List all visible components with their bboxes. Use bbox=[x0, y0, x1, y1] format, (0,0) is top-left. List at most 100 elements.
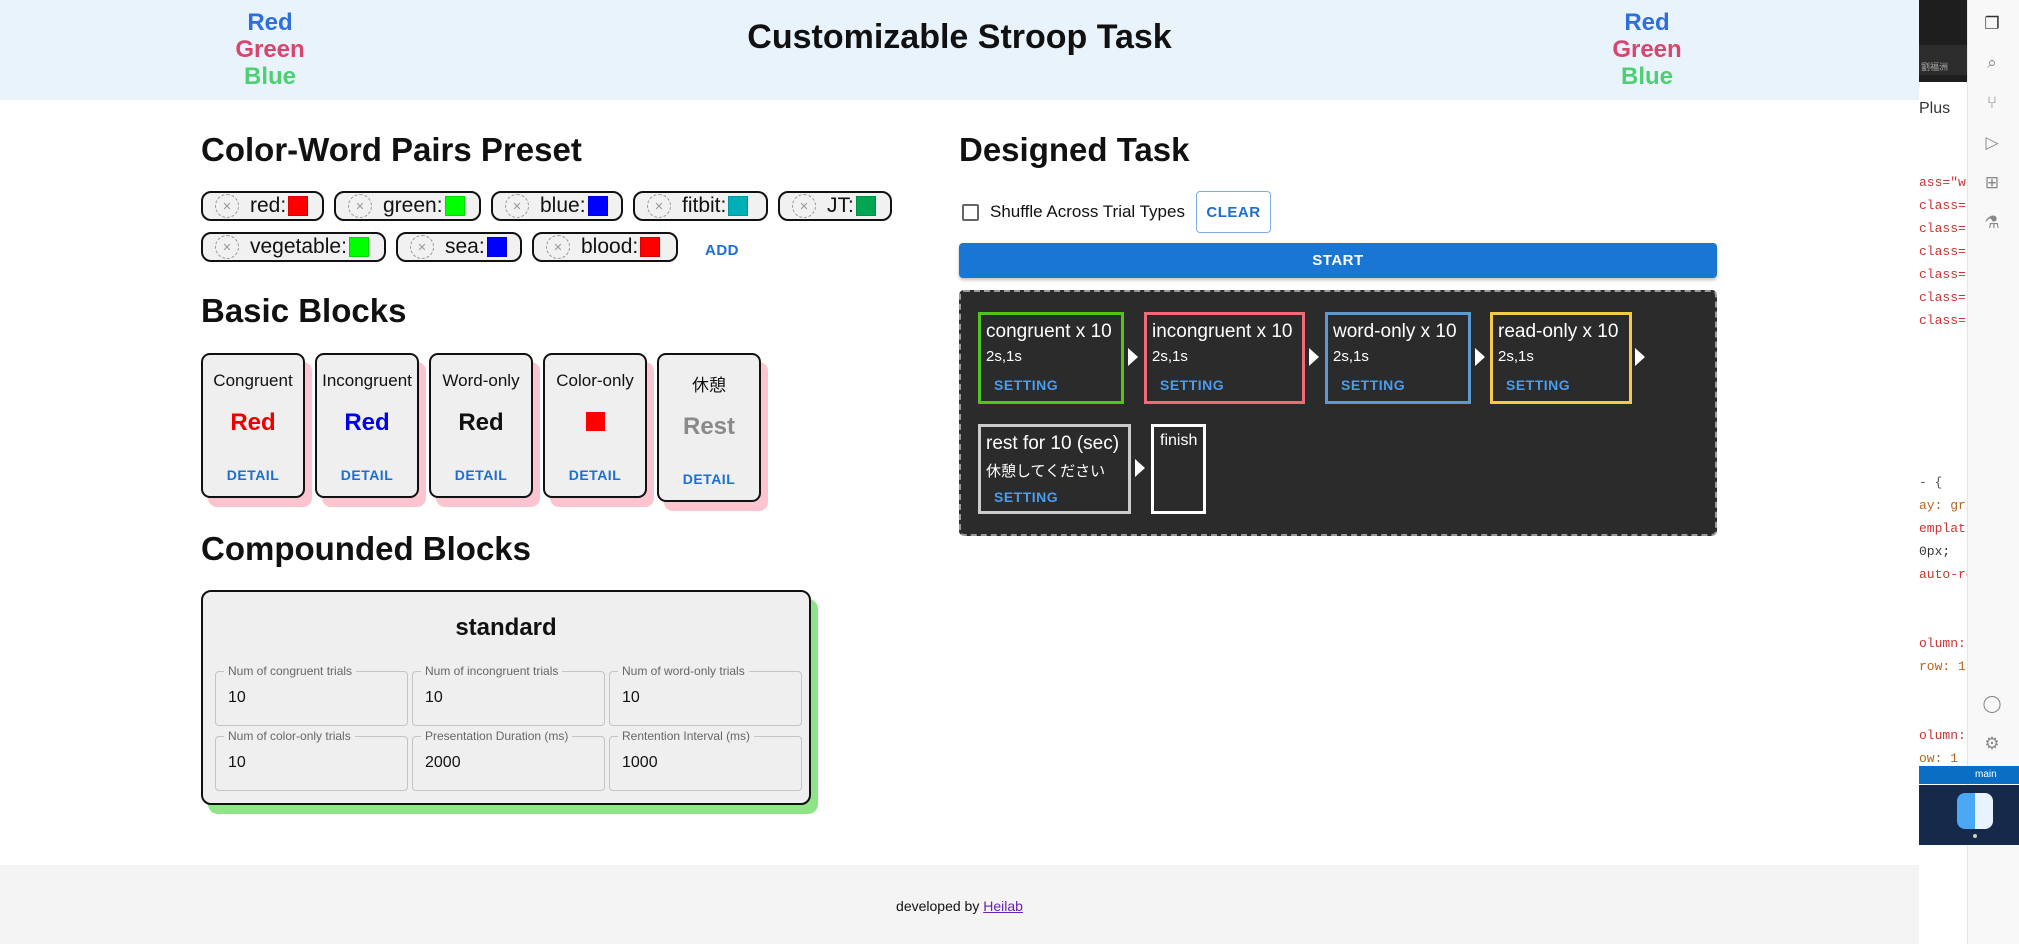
compound-block-card[interactable]: standard Num of congruent trials Num of … bbox=[201, 590, 811, 805]
files-icon[interactable]: ❐ bbox=[1982, 14, 2002, 34]
testing-icon[interactable]: ⚗ bbox=[1982, 213, 2002, 233]
header-color-words-right: Red Green Blue bbox=[1577, 9, 1717, 90]
chip-delete-icon[interactable]: ✕ bbox=[546, 235, 570, 259]
step-timing: 2s,1s bbox=[1333, 348, 1369, 365]
editor-tab-label: 劉福洲 bbox=[1921, 63, 1949, 73]
presentation-duration-field[interactable]: Presentation Duration (ms) bbox=[412, 729, 605, 791]
account-icon[interactable]: ◯ bbox=[1982, 694, 2002, 714]
block-detail-button[interactable]: DETAIL bbox=[431, 467, 531, 483]
code-line: emplat bbox=[1919, 521, 1966, 536]
chip-delete-icon[interactable]: ✕ bbox=[792, 194, 816, 218]
task-step-congruent[interactable]: congruent x 10 2s,1s SETTING bbox=[978, 312, 1124, 404]
field-input[interactable] bbox=[228, 754, 398, 772]
task-step-read-only[interactable]: read-only x 10 2s,1s SETTING bbox=[1490, 312, 1632, 404]
field-label: Num of color-only trials bbox=[224, 729, 355, 743]
color-swatch bbox=[640, 237, 661, 257]
field-input[interactable] bbox=[228, 689, 398, 707]
block-card-rest[interactable]: 休憩 Rest DETAIL bbox=[657, 353, 761, 502]
congruent-trials-field[interactable]: Num of congruent trials bbox=[215, 664, 408, 726]
block-card-color-only[interactable]: Color-only DETAIL bbox=[543, 353, 647, 498]
add-preset-button[interactable]: ADD bbox=[705, 242, 739, 259]
code-line: olumn: bbox=[1919, 728, 1966, 743]
task-step-word-only[interactable]: word-only x 10 2s,1s SETTING bbox=[1325, 312, 1471, 404]
preset-chip-sea[interactable]: ✕ sea: bbox=[396, 232, 522, 262]
preset-chip-blood[interactable]: ✕ blood: bbox=[532, 232, 678, 262]
block-detail-button[interactable]: DETAIL bbox=[659, 471, 759, 487]
step-setting-button[interactable]: SETTING bbox=[1341, 377, 1405, 393]
incongruent-trials-field[interactable]: Num of incongruent trials bbox=[412, 664, 605, 726]
task-step-rest[interactable]: rest for 10 (sec) 休憩してください SETTING bbox=[978, 424, 1131, 514]
field-input[interactable] bbox=[622, 754, 792, 772]
color-word-green: Green bbox=[1612, 36, 1682, 63]
arrow-right-icon bbox=[1135, 459, 1145, 477]
chip-label: green: bbox=[383, 194, 443, 217]
source-control-icon[interactable]: ⑂ bbox=[1982, 93, 2002, 113]
block-stimulus bbox=[545, 409, 645, 438]
step-timing: 2s,1s bbox=[1498, 348, 1534, 365]
code-line: row: 1; bbox=[1919, 659, 1974, 674]
chip-delete-icon[interactable]: ✕ bbox=[410, 235, 434, 259]
footer-link[interactable]: Heilab bbox=[983, 898, 1023, 914]
block-card-word-only[interactable]: Word-only Red DETAIL bbox=[429, 353, 533, 498]
block-card-congruent[interactable]: Congruent Red DETAIL bbox=[201, 353, 305, 498]
task-step-incongruent[interactable]: incongruent x 10 2s,1s SETTING bbox=[1144, 312, 1305, 404]
block-name: Congruent bbox=[213, 371, 293, 390]
step-setting-button[interactable]: SETTING bbox=[994, 489, 1058, 505]
field-label: Num of word-only trials bbox=[618, 664, 749, 678]
arrow-right-icon bbox=[1128, 348, 1138, 366]
extensions-icon[interactable]: ⊞ bbox=[1982, 173, 2002, 193]
code-line: - { bbox=[1919, 475, 1943, 490]
settings-gear-icon[interactable]: ⚙ bbox=[1982, 734, 2002, 754]
start-button[interactable]: START bbox=[959, 243, 1717, 278]
step-setting-button[interactable]: SETTING bbox=[994, 377, 1058, 393]
dock-running-indicator bbox=[1973, 834, 1977, 838]
preset-chip-fitbit[interactable]: ✕ fitbit: bbox=[633, 191, 768, 221]
block-stimulus: Red bbox=[458, 409, 504, 436]
chip-delete-icon[interactable]: ✕ bbox=[215, 235, 239, 259]
editor-status-bar: main bbox=[1919, 766, 2019, 784]
step-setting-button[interactable]: SETTING bbox=[1160, 377, 1224, 393]
clear-button[interactable]: CLEAR bbox=[1196, 191, 1271, 233]
field-input[interactable] bbox=[622, 689, 792, 707]
task-step-finish[interactable]: finish bbox=[1151, 424, 1206, 514]
shuffle-checkbox[interactable] bbox=[962, 204, 979, 221]
color-only-trials-field[interactable]: Num of color-only trials bbox=[215, 729, 408, 791]
chip-label: vegetable: bbox=[250, 235, 347, 258]
step-setting-button[interactable]: SETTING bbox=[1506, 377, 1570, 393]
preset-chip-green[interactable]: ✕ green: bbox=[334, 191, 481, 221]
field-input[interactable] bbox=[425, 689, 595, 707]
color-swatch bbox=[486, 237, 507, 257]
chip-delete-icon[interactable]: ✕ bbox=[505, 194, 529, 218]
branch-name[interactable]: main bbox=[1975, 769, 1997, 780]
word-only-trials-field[interactable]: Num of word-only trials bbox=[609, 664, 802, 726]
chip-delete-icon[interactable]: ✕ bbox=[215, 194, 239, 218]
color-swatch bbox=[348, 237, 369, 257]
code-line: class=" bbox=[1919, 221, 1974, 236]
block-detail-button[interactable]: DETAIL bbox=[545, 467, 645, 483]
run-debug-icon[interactable]: ▷ bbox=[1982, 133, 2002, 153]
block-card-incongruent[interactable]: Incongruent Red DETAIL bbox=[315, 353, 419, 498]
retention-interval-field[interactable]: Rentention Interval (ms) bbox=[609, 729, 802, 791]
block-detail-button[interactable]: DETAIL bbox=[203, 467, 303, 483]
step-name: finish bbox=[1160, 432, 1198, 449]
designed-task-title: Designed Task bbox=[959, 131, 1190, 168]
block-name: 休憩 bbox=[692, 376, 726, 395]
code-line: auto-ro bbox=[1919, 567, 1974, 582]
color-swatch bbox=[855, 196, 876, 216]
search-icon[interactable]: ⌕ bbox=[1982, 53, 2002, 73]
chip-delete-icon[interactable]: ✕ bbox=[647, 194, 671, 218]
code-line: class=" bbox=[1919, 313, 1974, 328]
preset-chip-jt[interactable]: ✕ JT: bbox=[778, 191, 892, 221]
block-detail-button[interactable]: DETAIL bbox=[317, 467, 417, 483]
finder-icon[interactable] bbox=[1957, 793, 1993, 829]
field-input[interactable] bbox=[425, 754, 595, 772]
color-square-icon bbox=[585, 412, 605, 431]
code-line: class=" bbox=[1919, 267, 1974, 282]
preset-chip-blue[interactable]: ✕ blue: bbox=[491, 191, 623, 221]
preset-chip-red[interactable]: ✕ red: bbox=[201, 191, 324, 221]
preset-chip-vegetable[interactable]: ✕ vegetable: bbox=[201, 232, 386, 262]
chip-delete-icon[interactable]: ✕ bbox=[348, 194, 372, 218]
code-line: ay: gri bbox=[1919, 498, 1974, 513]
editor-tab[interactable]: 劉福洲 bbox=[1919, 45, 1967, 75]
chip-label: sea: bbox=[445, 235, 485, 258]
